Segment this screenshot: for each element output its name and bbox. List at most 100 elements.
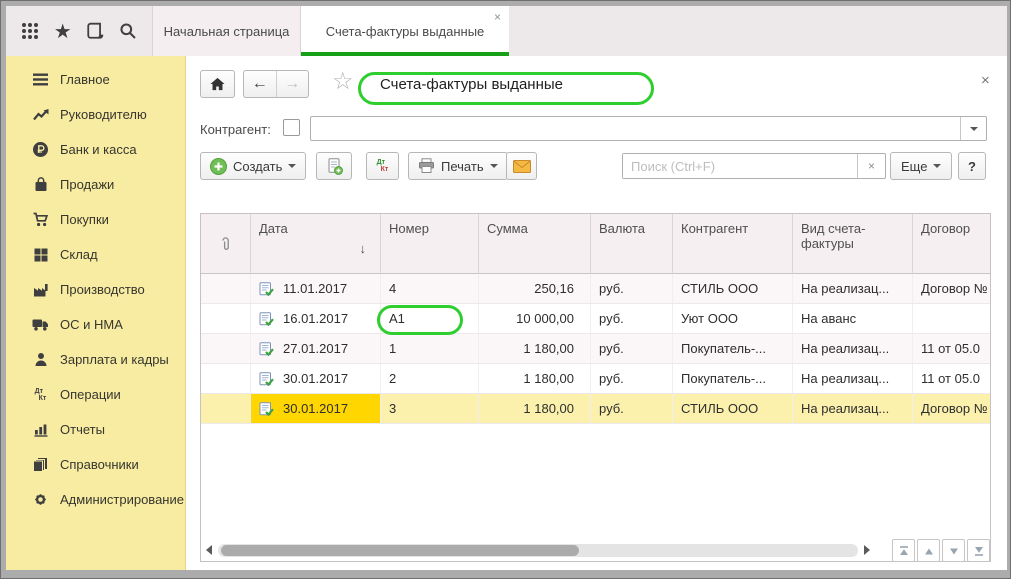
- print-button[interactable]: Печать: [408, 152, 508, 180]
- counterparty-cell: СТИЛЬ ООО: [673, 394, 793, 424]
- sidebar-item-warehouse[interactable]: Склад: [6, 237, 185, 272]
- envelope-icon: [513, 160, 531, 173]
- counterparty-cell: Уют ООО: [673, 304, 793, 334]
- sidebar-item-label: Банк и касса: [60, 142, 137, 157]
- back-button[interactable]: ←: [244, 71, 277, 97]
- history-icon[interactable]: [83, 19, 107, 43]
- search-clear-icon[interactable]: ×: [857, 154, 885, 178]
- sidebar-item-bank-cash[interactable]: Банк и касса: [6, 132, 185, 167]
- attachment-cell: [201, 394, 251, 424]
- column-header-invoice-type[interactable]: Вид счета-фактуры: [793, 214, 913, 274]
- books-icon: [32, 457, 49, 472]
- counterparty-filter-checkbox[interactable]: [283, 119, 300, 136]
- sidebar-item-label: Справочники: [60, 457, 139, 472]
- table-row[interactable]: 11.01.2017 4 250,16 руб. СТИЛЬ ООО На ре…: [201, 274, 990, 304]
- create-button[interactable]: Создать: [200, 152, 306, 180]
- sort-descending-icon[interactable]: ↓: [360, 241, 367, 256]
- top-toolbar-icons: ★: [6, 6, 153, 56]
- sidebar-item-payroll-hr[interactable]: Зарплата и кадры: [6, 342, 185, 377]
- attachment-column-header[interactable]: [201, 214, 251, 274]
- sidebar-item-label: Покупки: [60, 212, 109, 227]
- sidebar-item-fixed-assets[interactable]: ОС и НМА: [6, 307, 185, 342]
- search-input[interactable]: [623, 154, 857, 178]
- sidebar-item-main[interactable]: Главное: [6, 62, 185, 97]
- tab-label: Начальная страница: [164, 24, 290, 39]
- counterparty-dropdown-button[interactable]: [960, 117, 986, 140]
- contract-cell: 11 от 05.0: [913, 364, 990, 394]
- forward-button[interactable]: →: [277, 71, 309, 97]
- help-button[interactable]: ?: [958, 152, 986, 180]
- sum-cell: 1 180,00: [479, 394, 591, 424]
- more-button[interactable]: Еще: [890, 152, 952, 180]
- posted-document-icon: [259, 282, 274, 296]
- column-header-sum[interactable]: Сумма: [479, 214, 591, 274]
- sidebar-item-label: ОС и НМА: [60, 317, 123, 332]
- sidebar-item-directories[interactable]: Справочники: [6, 447, 185, 482]
- table-row[interactable]: 16.01.2017 А1 10 000,00 руб. Уют ООО На …: [201, 304, 990, 334]
- dt-kt-icon: ДтКт: [32, 387, 49, 402]
- paperclip-icon: [220, 235, 231, 252]
- column-header-currency[interactable]: Валюта: [591, 214, 673, 274]
- sidebar-item-operations[interactable]: ДтКт Операции: [6, 377, 185, 412]
- sidebar-item-manager[interactable]: Руководителю: [6, 97, 185, 132]
- apps-grid-icon[interactable]: [18, 19, 42, 43]
- home-button[interactable]: [200, 70, 235, 98]
- number-cell: 4: [381, 274, 479, 304]
- number-cell: 3: [381, 394, 479, 424]
- table-row-selected[interactable]: 30.01.2017 3 1 180,00 руб. СТИЛЬ ООО На …: [201, 394, 990, 424]
- column-header-counterparty[interactable]: Контрагент: [673, 214, 793, 274]
- contract-cell: [913, 304, 990, 334]
- date-cell: 30.01.2017: [251, 364, 381, 394]
- next-record-button[interactable]: [942, 539, 965, 562]
- record-navigation: [892, 539, 990, 562]
- column-header-date[interactable]: Дата ↓: [251, 214, 381, 274]
- invoice-type-cell: На реализац...: [793, 274, 913, 304]
- favorites-star-icon[interactable]: ★: [51, 19, 75, 43]
- tab-close-icon[interactable]: ×: [494, 10, 501, 24]
- posted-document-icon: [259, 342, 274, 356]
- sidebar-item-label: Администрирование: [60, 492, 184, 507]
- sum-cell: 250,16: [479, 274, 591, 304]
- send-email-button[interactable]: [506, 152, 537, 180]
- copy-document-icon: [326, 158, 343, 175]
- first-record-button[interactable]: [892, 539, 915, 562]
- sidebar-item-sales[interactable]: Продажи: [6, 167, 185, 202]
- copy-document-button[interactable]: [316, 152, 352, 180]
- sidebar: Главное Руководителю Банк и касса Продаж…: [6, 56, 186, 570]
- date-cell: 16.01.2017: [251, 304, 381, 334]
- search-icon[interactable]: [116, 19, 140, 43]
- sidebar-item-label: Продажи: [60, 177, 114, 192]
- column-header-contract[interactable]: Договор: [913, 214, 990, 274]
- close-form-icon[interactable]: ×: [981, 72, 990, 89]
- scroll-left-arrow[interactable]: [206, 545, 212, 555]
- chevron-down-icon: [970, 127, 978, 131]
- ruble-coin-icon: [32, 142, 49, 157]
- invoice-type-cell: На реализац...: [793, 334, 913, 364]
- horizontal-scrollbar-thumb[interactable]: [221, 545, 579, 556]
- table-row[interactable]: 30.01.2017 2 1 180,00 руб. Покупатель-..…: [201, 364, 990, 394]
- table-row[interactable]: 27.01.2017 1 1 180,00 руб. Покупатель-..…: [201, 334, 990, 364]
- tab-home-page[interactable]: Начальная страница: [153, 6, 301, 56]
- previous-record-button[interactable]: [917, 539, 940, 562]
- counterparty-input[interactable]: [311, 117, 960, 140]
- sidebar-item-label: Зарплата и кадры: [60, 352, 169, 367]
- invoice-type-cell: На реализац...: [793, 394, 913, 424]
- column-header-number[interactable]: Номер: [381, 214, 479, 274]
- counterparty-combo: [310, 116, 987, 141]
- trend-chart-icon: [32, 107, 49, 122]
- search-box: ×: [622, 153, 886, 179]
- chevron-down-icon: [933, 164, 941, 168]
- sidebar-item-production[interactable]: Производство: [6, 272, 185, 307]
- sidebar-item-administration[interactable]: Администрирование: [6, 482, 185, 517]
- main-panel: ← → ☆ Счета-фактуры выданные × Контраген…: [186, 56, 1007, 570]
- counterparty-cell: СТИЛЬ ООО: [673, 274, 793, 304]
- tab-invoices-issued[interactable]: Счета-фактуры выданные ×: [301, 6, 509, 56]
- last-record-button[interactable]: [967, 539, 990, 562]
- dt-kt-postings-button[interactable]: ДтКт: [366, 152, 399, 180]
- sidebar-item-purchases[interactable]: Покупки: [6, 202, 185, 237]
- favorite-star-icon[interactable]: ☆: [332, 70, 354, 94]
- sidebar-item-reports[interactable]: Отчеты: [6, 412, 185, 447]
- scroll-right-arrow[interactable]: [864, 545, 870, 555]
- contract-cell: Договор №: [913, 274, 990, 304]
- attachment-cell: [201, 274, 251, 304]
